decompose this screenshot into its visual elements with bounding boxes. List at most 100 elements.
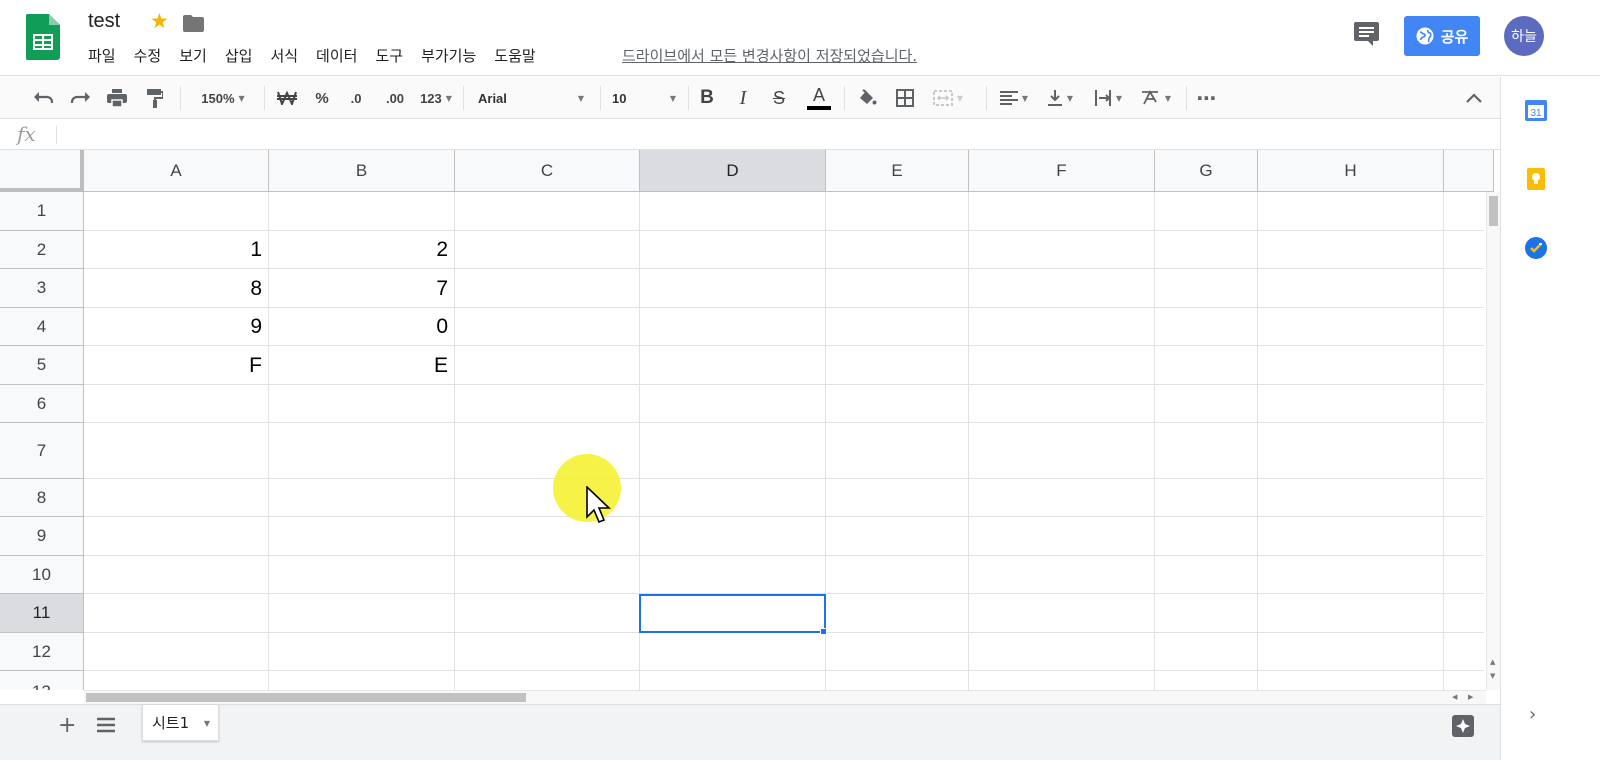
row-header-3[interactable]: 3 <box>0 269 84 308</box>
increase-decimal-button[interactable]: .00 <box>378 77 412 119</box>
cell-b5[interactable]: E <box>269 346 455 385</box>
toolbar-separator <box>264 86 265 110</box>
menu-file[interactable]: 파일 <box>88 45 116 66</box>
more-options-button[interactable]: ⋯ <box>1194 77 1220 119</box>
scroll-up-arrow-icon[interactable]: ▲ <box>1490 658 1495 666</box>
sheet-tab[interactable]: 시트1 ▼ <box>142 705 219 741</box>
row-header-13[interactable]: 13 <box>0 671 84 690</box>
menu-data[interactable]: 데이터 <box>316 45 357 66</box>
text-rotation-button[interactable]: ▼ <box>1136 77 1176 119</box>
star-icon[interactable]: ★ <box>150 11 169 32</box>
text-wrap-button[interactable]: ▼ <box>1088 77 1128 119</box>
share-button[interactable]: 공유 <box>1404 16 1480 56</box>
row-header-8[interactable]: 8 <box>0 479 84 517</box>
collapse-toolbar-button[interactable] <box>1460 77 1488 119</box>
decrease-decimal-button[interactable]: .0 <box>340 77 372 119</box>
cell-b3[interactable]: 7 <box>269 269 455 308</box>
formula-input[interactable] <box>68 126 1468 144</box>
all-sheets-menu-icon[interactable] <box>97 717 115 733</box>
explore-button[interactable] <box>1452 715 1474 737</box>
undo-button[interactable] <box>30 77 58 119</box>
menu-help[interactable]: 도움말 <box>494 45 535 66</box>
sheets-logo-icon[interactable] <box>26 14 60 60</box>
row-header-10[interactable]: 10 <box>0 556 84 594</box>
menu-addons[interactable]: 부가기능 <box>421 45 476 66</box>
horizontal-scroll-thumb[interactable] <box>86 693 526 702</box>
paint-format-button[interactable] <box>141 77 169 119</box>
column-header-a[interactable]: A <box>84 150 269 192</box>
cell-a2[interactable]: 1 <box>84 231 269 269</box>
document-title[interactable]: test <box>88 10 120 33</box>
cell-a4[interactable]: 9 <box>84 308 269 346</box>
menu-edit[interactable]: 수정 <box>134 45 162 66</box>
column-header-e[interactable]: E <box>826 150 969 192</box>
text-color-button[interactable]: A <box>804 77 834 119</box>
redo-button[interactable] <box>66 77 94 119</box>
number-format-select[interactable]: 123 ▼ <box>416 77 456 119</box>
column-header-h[interactable]: H <box>1258 150 1444 192</box>
cell-a5[interactable]: F <box>84 346 269 385</box>
menu-insert[interactable]: 삽입 <box>225 45 253 66</box>
column-header-c[interactable]: C <box>455 150 640 192</box>
row-header-5[interactable]: 5 <box>0 346 84 385</box>
bold-button[interactable]: B <box>694 77 720 119</box>
vertical-align-button[interactable]: ▼ <box>1040 77 1080 119</box>
row-header-1[interactable]: 1 <box>0 192 84 231</box>
row-header-7[interactable]: 7 <box>0 423 84 479</box>
add-sheet-button[interactable]: + <box>58 713 76 738</box>
select-all-corner[interactable] <box>0 150 84 192</box>
toolbar-separator <box>180 86 181 110</box>
column-header-b[interactable]: B <box>269 150 455 192</box>
borders-button[interactable] <box>892 77 918 119</box>
borders-icon <box>896 89 914 107</box>
font-family-select[interactable]: Arial ▼ <box>478 77 590 119</box>
zoom-select[interactable]: 150% ▼ <box>190 77 256 119</box>
avatar[interactable]: 하늘 <box>1504 16 1544 56</box>
row-header-4[interactable]: 4 <box>0 308 84 346</box>
active-cell-d11[interactable] <box>639 594 826 633</box>
row-header-9[interactable]: 9 <box>0 517 84 556</box>
merge-cells-button[interactable]: ▼ <box>928 77 968 119</box>
scroll-down-arrow-icon[interactable]: ▼ <box>1490 672 1495 680</box>
gridline <box>1154 192 1155 690</box>
keep-icon[interactable] <box>1525 168 1547 190</box>
column-header-d[interactable]: D <box>640 150 826 192</box>
row-header-6[interactable]: 6 <box>0 385 84 423</box>
toolbar: 150% ▼ % .0 .00 123 ▼ Arial ▼ 10 ▼ B I S A ▼… <box>0 77 1500 119</box>
row-header-12[interactable]: 12 <box>0 633 84 671</box>
save-status-link[interactable]: 드라이브에서 모든 변경사항이 저장되었습니다. <box>622 45 917 66</box>
column-header-f[interactable]: F <box>969 150 1155 192</box>
cell-b2[interactable]: 2 <box>269 231 455 269</box>
sheet-tab-menu-icon[interactable]: ▼ <box>204 719 210 728</box>
row-header-2[interactable]: 2 <box>0 231 84 269</box>
menu-view[interactable]: 보기 <box>179 45 207 66</box>
scroll-right-arrow-icon[interactable]: ▶ <box>1468 693 1473 701</box>
percent-format-button[interactable]: % <box>310 77 334 119</box>
cell-b4[interactable]: 0 <box>269 308 455 346</box>
menu-tools[interactable]: 도구 <box>375 45 403 66</box>
expand-panel-icon[interactable]: › <box>1529 704 1536 725</box>
calendar-icon[interactable]: 31 <box>1525 99 1547 121</box>
comment-icon[interactable] <box>1354 22 1379 46</box>
vertical-scroll-thumb[interactable] <box>1489 196 1498 226</box>
column-header-g[interactable]: G <box>1155 150 1258 192</box>
scroll-left-arrow-icon[interactable]: ◀ <box>1452 693 1457 701</box>
row-header-11[interactable]: 11 <box>0 594 84 633</box>
fill-color-button[interactable] <box>854 77 880 119</box>
horizontal-align-button[interactable]: ▼ <box>994 77 1034 119</box>
font-size-select[interactable]: 10 ▼ <box>612 77 680 119</box>
app-header: test ★ 파일 수정 보기 삽입 서식 데이터 도구 부가기능 도움말 드라… <box>0 0 1600 76</box>
menu-bar: 파일 수정 보기 삽입 서식 데이터 도구 부가기능 도움말 <box>88 45 554 66</box>
vertical-scrollbar[interactable]: ▲ ▼ <box>1486 192 1500 690</box>
folder-icon[interactable] <box>183 15 204 32</box>
strikethrough-button[interactable]: S <box>766 77 792 119</box>
fx-icon: fx <box>17 122 36 146</box>
print-button[interactable] <box>103 77 131 119</box>
horizontal-scrollbar[interactable]: ◀ ▶ <box>84 690 1486 704</box>
menu-format[interactable]: 서식 <box>270 45 298 66</box>
italic-button[interactable]: I <box>730 77 756 119</box>
cell-a3[interactable]: 8 <box>84 269 269 308</box>
tasks-icon[interactable] <box>1525 237 1547 259</box>
fill-handle[interactable] <box>820 628 827 635</box>
currency-format-button[interactable] <box>272 77 302 119</box>
